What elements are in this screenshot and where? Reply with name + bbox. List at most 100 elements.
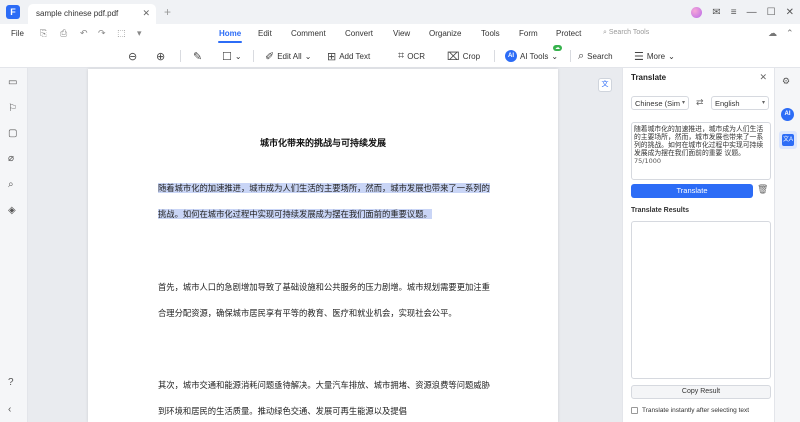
tab-convert[interactable]: Convert	[345, 29, 373, 38]
zoom-in-icon: ⊕	[156, 50, 166, 63]
source-text-field[interactable]: 随着城市化的加速推进，城市成为人们生活的主要场所，然而，城市发展也带来了一系列的…	[631, 122, 771, 180]
search-label: Search	[587, 51, 613, 61]
bookmark-icon[interactable]: ⚐	[8, 103, 17, 114]
copy-result-button[interactable]: Copy Result	[631, 385, 771, 399]
ai-tools-button[interactable]: AI AI Tools ⌄	[505, 48, 558, 64]
tab-organize[interactable]: Organize	[429, 29, 461, 38]
floating-translate-icon[interactable]: 文	[598, 78, 612, 92]
tab-protect[interactable]: Protect	[556, 29, 581, 38]
edit-all-button[interactable]: ✐ Edit All ⌄	[265, 48, 311, 64]
close-tab-icon[interactable]: ✕	[142, 8, 150, 19]
source-language-select[interactable]: Chinese (Sim ▾	[631, 96, 689, 110]
pdf-page[interactable]: 城市化带来的挑战与可持续发展 随着城市化的加速推进，城市成为人们生活的主要场所，…	[88, 69, 558, 422]
right-rail: ⚙ AI 文A	[774, 68, 800, 422]
search-tools-input[interactable]: ⌕ Search Tools	[603, 29, 649, 37]
shape-button[interactable]: ☐ ⌄	[222, 48, 242, 64]
app-logo-icon[interactable]: F	[6, 5, 20, 19]
collapse-left-icon[interactable]: ‹	[8, 404, 11, 415]
comment-icon[interactable]: ▢	[8, 128, 17, 139]
ai-icon: AI	[505, 50, 517, 62]
more-label: More	[646, 51, 666, 61]
close-window-icon[interactable]: ✕	[786, 7, 794, 18]
attachment-icon[interactable]: ⌀	[8, 153, 14, 164]
selected-text[interactable]: 随着城市化的加速推进，城市成为人们生活的主要场所，然而，城市发展也带来了一系列的…	[158, 183, 490, 219]
chevron-down-icon: ⌄	[234, 51, 242, 61]
maximize-icon[interactable]: ☐	[767, 7, 776, 18]
toolbar-divider	[180, 50, 181, 62]
quick-access-dropdown-icon[interactable]: ▾	[137, 28, 142, 39]
chevron-down-icon: ⌄	[304, 51, 312, 61]
document-title: 城市化带来的挑战与可持续发展	[259, 138, 386, 148]
more-button[interactable]: ☰ More ⌄	[634, 48, 675, 64]
menu-bar: File ⎘ ⎙ ↶ ↷ ⬚ ▾ Home Edit Comment Conve…	[0, 24, 800, 44]
tab-home[interactable]: Home	[219, 29, 241, 38]
search-icon: ⌕	[578, 49, 585, 62]
target-language-value: English	[715, 99, 740, 108]
document-tab-title: sample chinese pdf.pdf	[36, 9, 119, 18]
menu-icon[interactable]: ≡	[731, 7, 737, 18]
ai-assistant-icon[interactable]: AI	[781, 108, 794, 121]
search-icon[interactable]: ⌕	[8, 179, 14, 190]
crop-label: Crop	[462, 51, 481, 61]
toolbar-divider	[570, 50, 571, 62]
open-icon[interactable]: ⎘	[40, 28, 47, 39]
search-button[interactable]: ⌕ Search	[578, 48, 613, 64]
document-tab[interactable]: sample chinese pdf.pdf ✕	[28, 4, 156, 24]
toolbar: ⊖ ⊕ ✎ ☐ ⌄ ✐ Edit All ⌄ ⊞ Add Text ⌗ OCR ⌧ Crop…	[0, 44, 800, 68]
new-tab-icon[interactable]: +	[164, 5, 171, 19]
help-icon[interactable]: ?	[8, 377, 14, 388]
instant-translate-option[interactable]: Translate instantly after selecting text	[631, 407, 749, 414]
document-paragraph-selected[interactable]: 随着城市化的加速推进，城市成为人们生活的主要场所，然而，城市发展也带来了一系列的…	[158, 176, 493, 227]
source-language-value: Chinese (Sim	[635, 99, 681, 108]
add-text-button[interactable]: ⊞ Add Text	[327, 48, 370, 64]
tab-comment[interactable]: Comment	[291, 29, 326, 38]
cloud-icon[interactable]: ☁	[768, 28, 777, 39]
tab-view[interactable]: View	[393, 29, 410, 38]
crop-button[interactable]: ⌧ Crop	[447, 48, 480, 64]
ocr-button[interactable]: ⌗ OCR	[398, 48, 425, 64]
instant-translate-checkbox[interactable]	[631, 407, 638, 414]
print-icon[interactable]: ⎙	[60, 28, 67, 39]
panel-title: Translate	[631, 73, 667, 82]
close-panel-icon[interactable]: ✕	[759, 72, 767, 83]
translate-button[interactable]: Translate	[631, 184, 753, 198]
title-bar: F sample chinese pdf.pdf ✕ + ✉ ≡ — ☐ ✕	[0, 0, 800, 24]
undo-icon[interactable]: ↶	[80, 28, 88, 39]
document-paragraph[interactable]: 其次，城市交通和能源消耗问题亟待解决。大量汽车排放、城市拥堵、资源浪费等问题威胁…	[158, 373, 493, 422]
tab-edit[interactable]: Edit	[258, 29, 272, 38]
redo-icon[interactable]: ↷	[98, 28, 106, 39]
chevron-down-icon: ⌄	[551, 51, 559, 61]
tab-form[interactable]: Form	[519, 29, 538, 38]
layers-icon[interactable]: ◈	[8, 205, 16, 216]
translate-icon[interactable]: 文A	[782, 134, 794, 146]
target-language-select[interactable]: English ▾	[711, 96, 769, 110]
document-paragraph[interactable]: 首先，城市人口的急剧增加导致了基础设施和公共服务的压力剧增。城市规划需要更加注重…	[158, 275, 493, 326]
document-viewer[interactable]: 城市化带来的挑战与可持续发展 随着城市化的加速推进，城市成为人们生活的主要场所，…	[28, 68, 622, 422]
active-tab-indicator	[218, 41, 242, 43]
toolbar-divider	[253, 50, 254, 62]
highlight-button[interactable]: ✎	[193, 48, 202, 64]
thumbnails-icon[interactable]: ▭	[8, 77, 17, 88]
message-icon[interactable]: ✉	[712, 7, 720, 18]
file-menu[interactable]: File	[11, 29, 24, 38]
zoom-out-button[interactable]: ⊖	[128, 48, 137, 64]
add-text-icon: ⊞	[327, 50, 337, 63]
source-text: 随着城市化的加速推进，城市成为人们生活的主要场所，然而，城市发展也带来了一系列的…	[634, 125, 764, 157]
new-badge-icon: ☁	[553, 45, 562, 51]
tab-tools[interactable]: Tools	[481, 29, 500, 38]
more-icon: ☰	[634, 50, 644, 63]
avatar[interactable]	[691, 6, 703, 18]
ocr-label: OCR	[407, 51, 425, 61]
toolbar-divider	[494, 50, 495, 62]
zoom-in-button[interactable]: ⊕	[156, 48, 165, 64]
collapse-icon[interactable]: ⌃	[786, 28, 794, 39]
swap-languages-icon[interactable]: ⇄	[696, 97, 704, 108]
translate-results-field[interactable]	[631, 221, 771, 379]
minimize-icon[interactable]: —	[747, 7, 757, 18]
properties-icon[interactable]: ⚙	[782, 76, 790, 87]
crop-icon: ⌧	[447, 50, 460, 63]
share-icon[interactable]: ⬚	[117, 28, 126, 39]
add-text-label: Add Text	[339, 51, 371, 61]
chevron-down-icon: ▾	[761, 100, 765, 106]
trash-icon[interactable]: 🗑	[757, 184, 768, 195]
